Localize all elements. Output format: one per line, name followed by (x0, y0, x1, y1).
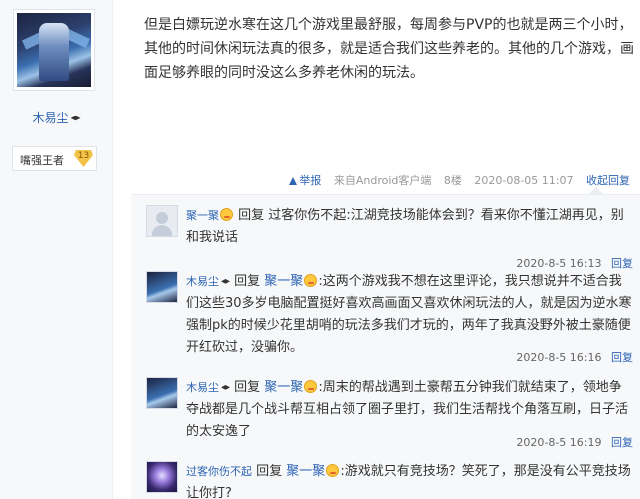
reply-link[interactable]: 回复 (611, 436, 633, 449)
report-link[interactable]: 举报 (289, 174, 321, 187)
level-badge-box[interactable]: 嘴强王者 13 (12, 146, 97, 171)
reply-word: 回复 (256, 464, 283, 479)
reply-body: 聚一聚 回复 过客你伤不起:江湖竞技场能体会到？看来你不懂江湖再见，别和我说话 (186, 205, 632, 249)
reply-body: 木易尘 回复 聚一聚:这两个游戏我不想在这里评论，我只想说并不适合我们这些30多… (186, 271, 632, 359)
reply-target[interactable]: 聚一聚 (264, 380, 303, 395)
reply-word: 回复 (234, 380, 261, 395)
reply-target[interactable]: 聚一聚 (264, 274, 303, 289)
reply-username[interactable]: 聚一聚 (186, 209, 219, 222)
graduation-cap-icon (70, 115, 81, 121)
reply-username[interactable]: 木易尘 (186, 381, 230, 394)
reply-body: 过客你伤不起 回复 聚一聚:游戏就只有竞技场？笑死了，那是没有公平竞技场让你打? (186, 461, 632, 499)
author-sidebar: 木易尘 嘴强王者 13 (0, 0, 113, 499)
author-avatar[interactable] (13, 9, 95, 91)
reply-word: 回复 (234, 274, 261, 289)
post-floor: 8楼 (443, 174, 462, 187)
graduation-cap-icon (221, 279, 230, 284)
post-timestamp: 2020-08-05 11:07 (474, 174, 574, 187)
author-name[interactable]: 木易尘 (32, 111, 68, 125)
reply-time: 2020-8-5 16:13 (516, 257, 602, 270)
report-icon (289, 177, 298, 185)
collapse-replies-link[interactable]: 收起回复 (586, 174, 630, 187)
reply-avatar[interactable] (146, 377, 178, 409)
emoji-icon (304, 380, 318, 393)
level-number-badge: 13 (74, 150, 93, 167)
emoji-icon (304, 274, 318, 287)
reply-avatar[interactable] (146, 205, 178, 237)
reply-box: 聚一聚 回复 过客你伤不起:江湖竞技场能体会到？看来你不懂江湖再见，别和我说话 … (131, 194, 640, 499)
reply-target[interactable]: 过客你伤不起 (268, 208, 346, 223)
avatar-image (17, 13, 91, 87)
emoji-icon (220, 208, 233, 221)
level-title: 嘴强王者 (20, 154, 64, 167)
reply-avatar[interactable] (146, 461, 178, 493)
reply-target[interactable]: 聚一聚 (286, 464, 325, 479)
reply-username[interactable]: 过客你伤不起 (186, 465, 252, 478)
reply-time: 2020-8-5 16:19 (516, 436, 602, 449)
reply-username[interactable]: 木易尘 (186, 275, 230, 288)
reply-text: :游戏就只有竞技场？笑死了，那是没有公平竞技场让你打? (186, 464, 631, 499)
reply-time: 2020-8-5 16:16 (516, 351, 602, 364)
post-tail: 举报 来自Android客户端 8楼 2020-08-05 11:07 收起回复 (289, 172, 630, 188)
post-source: 来自Android客户端 (333, 174, 432, 187)
emoji-icon (326, 464, 340, 477)
graduation-cap-icon (221, 385, 230, 390)
reply-word: 回复 (238, 208, 265, 223)
reply-avatar[interactable] (146, 271, 178, 303)
reply-link[interactable]: 回复 (611, 351, 633, 364)
post-body: 但是白嫖玩逆水寒在这几个游戏里最舒服，每周参与PVP的也就是两三个小时，其他的时… (144, 17, 634, 81)
reply-link[interactable]: 回复 (611, 257, 633, 270)
